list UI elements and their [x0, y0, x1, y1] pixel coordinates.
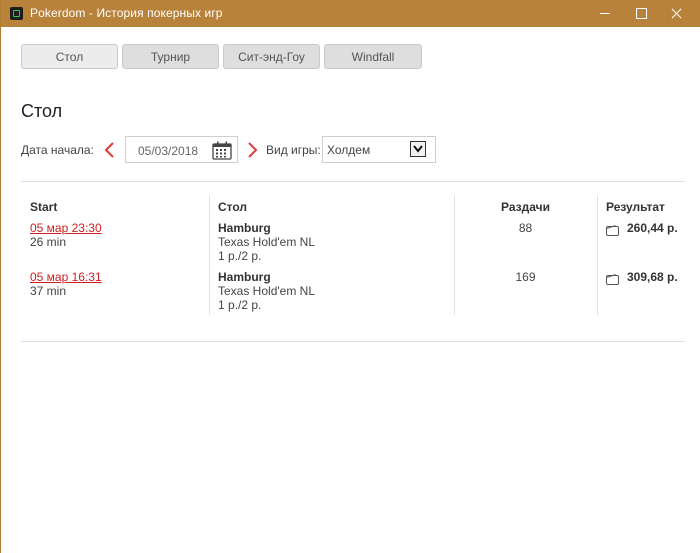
game-type-select[interactable]: Холдем: [322, 136, 436, 163]
dropdown-arrow-icon[interactable]: [410, 141, 426, 157]
session-duration: 37 min: [30, 284, 67, 298]
session-duration: 26 min: [30, 235, 67, 249]
tab-tournament[interactable]: Турнир: [122, 44, 219, 69]
tab-cash-table[interactable]: Стол: [21, 44, 118, 69]
game-type-label: Вид игры:: [266, 143, 321, 157]
divider-top: [21, 181, 685, 182]
session-start-link[interactable]: 05 мар 23:30: [30, 221, 102, 235]
tab-windfall[interactable]: Windfall: [324, 44, 422, 69]
stakes: 1 р./2 р.: [218, 249, 262, 263]
table-name: Hamburg: [218, 221, 271, 235]
start-date-value: 05/03/2018: [138, 144, 199, 158]
title-bar: Pokerdom - История покерных игр: [1, 0, 700, 27]
wallet-icon: [606, 272, 619, 285]
table-row: 05 мар 16:31 37 min Hamburg Texas Hold'e…: [1, 269, 700, 314]
game-type: Texas Hold'em NL: [218, 235, 315, 249]
app-icon: [10, 7, 23, 20]
hands-count: 88: [518, 221, 533, 235]
column-header-hands[interactable]: Раздачи: [501, 200, 550, 214]
tab-sit-and-go[interactable]: Сит-энд-Гоу: [223, 44, 320, 69]
column-header-result[interactable]: Результат: [606, 200, 665, 214]
game-type: Texas Hold'em NL: [218, 284, 315, 298]
column-header-table[interactable]: Стол: [218, 200, 247, 214]
session-result: 309,68 р.: [627, 270, 678, 284]
session-result: 260,44 р.: [627, 221, 678, 235]
stakes: 1 р./2 р.: [218, 298, 262, 312]
window-title: Pokerdom - История покерных игр: [30, 6, 223, 20]
column-header-start[interactable]: Start: [30, 200, 57, 214]
start-date-label: Дата начала:: [21, 143, 94, 157]
chevron-left-icon[interactable]: [103, 142, 117, 158]
start-date-field[interactable]: 05/03/2018: [125, 136, 238, 163]
session-start-link[interactable]: 05 мар 16:31: [30, 270, 102, 284]
app-window: Pokerdom - История покерных игр Стол Тур…: [0, 0, 700, 553]
hands-count: 169: [515, 270, 536, 284]
divider-bottom: [21, 341, 685, 342]
table-row: 05 мар 23:30 26 min Hamburg Texas Hold'e…: [1, 220, 700, 265]
minimize-icon[interactable]: [590, 0, 622, 27]
close-icon[interactable]: [659, 0, 691, 27]
game-type-value: Холдем: [327, 143, 371, 157]
page-title: Стол: [21, 101, 63, 121]
table-name: Hamburg: [218, 270, 271, 284]
calendar-icon[interactable]: [212, 141, 232, 160]
maximize-icon[interactable]: [625, 0, 657, 27]
chevron-right-icon[interactable]: [245, 142, 259, 158]
wallet-icon: [606, 223, 619, 236]
